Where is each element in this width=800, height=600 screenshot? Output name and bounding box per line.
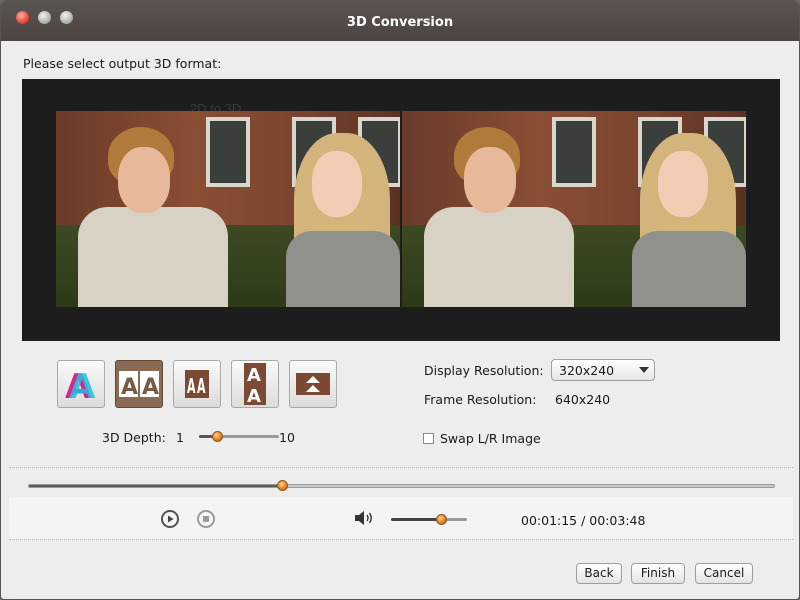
playback-time: 00:01:15 / 00:03:48	[521, 513, 646, 528]
depth-slider[interactable]	[199, 431, 279, 442]
side-by-side-half-icon: A A	[185, 370, 209, 398]
svg-text:A: A	[121, 375, 138, 400]
format-anaglyph-button[interactable]: A A	[57, 360, 105, 408]
conversion-window: 3D Conversion Please select output 3D fo…	[0, 0, 800, 600]
timeline-fill	[29, 485, 283, 487]
depth-min-label: 1	[176, 430, 184, 445]
stop-button[interactable]	[197, 510, 215, 528]
cancel-button[interactable]: Cancel	[695, 563, 753, 584]
play-icon	[168, 515, 174, 523]
display-resolution-value: 320x240	[559, 363, 615, 378]
window-title: 3D Conversion	[346, 15, 454, 30]
depth-slider-knob[interactable]	[211, 431, 223, 442]
swap-lr-label[interactable]: Swap L/R Image	[440, 431, 541, 446]
format-top-bottom-full-button[interactable]: A A	[231, 360, 279, 408]
playback-timeline[interactable]	[28, 480, 775, 491]
depth-max-label: 10	[279, 430, 295, 445]
frame-resolution-value: 640x240	[555, 392, 611, 407]
title-bar[interactable]: 3D Conversion	[1, 1, 799, 41]
swap-lr-checkbox[interactable]	[423, 433, 434, 444]
volume-icon[interactable]	[353, 509, 375, 527]
bottom-divider	[9, 539, 793, 540]
frame-resolution-label: Frame Resolution:	[424, 392, 537, 407]
format-side-by-side-half-button[interactable]: A A	[173, 360, 221, 408]
volume-slider-fill	[391, 518, 442, 521]
stop-icon	[203, 516, 209, 522]
svg-text:A: A	[69, 367, 96, 404]
anaglyph-icon: A A	[65, 367, 96, 404]
finish-button[interactable]: Finish	[631, 563, 685, 584]
preview-frame-right	[402, 111, 746, 307]
format-top-bottom-half-button[interactable]	[289, 360, 337, 408]
preview-frame-left	[56, 111, 400, 307]
depth-label: 3D Depth:	[102, 430, 166, 445]
top-bottom-full-icon: A A	[244, 363, 266, 406]
video-preview: 2D to 3D	[22, 79, 780, 341]
display-resolution-select[interactable]: 320x240	[551, 359, 655, 381]
side-by-side-full-icon: A A	[119, 371, 159, 400]
svg-text:A: A	[197, 374, 206, 398]
timeline-knob[interactable]	[276, 480, 288, 491]
volume-slider[interactable]	[391, 514, 467, 525]
svg-text:A: A	[142, 375, 159, 400]
top-divider	[9, 467, 793, 468]
top-bottom-half-icon	[296, 373, 330, 395]
format-prompt: Please select output 3D format:	[23, 56, 222, 71]
svg-text:A: A	[247, 365, 261, 386]
back-button[interactable]: Back	[576, 563, 622, 584]
svg-text:A: A	[187, 374, 196, 398]
display-resolution-label: Display Resolution:	[424, 363, 544, 378]
dialog-content: Please select output 3D format: 2D to 3D	[9, 43, 793, 596]
chevron-down-icon	[639, 367, 649, 373]
format-side-by-side-full-button[interactable]: A A	[115, 360, 163, 408]
svg-text:A: A	[247, 386, 261, 406]
play-button[interactable]	[161, 510, 179, 528]
